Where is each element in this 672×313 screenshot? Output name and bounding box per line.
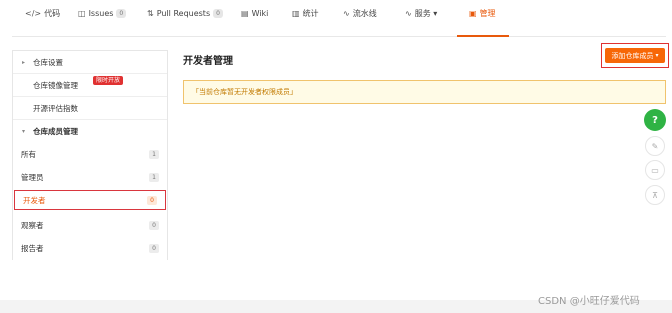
tab-code[interactable]: </> 代码 bbox=[25, 0, 60, 26]
sidebar-item-repo-settings[interactable]: ▸ 仓库设置 bbox=[13, 51, 167, 74]
pull-requests-count-badge: 0 bbox=[213, 8, 223, 18]
question-icon: ? bbox=[652, 114, 658, 126]
tab-label: 代码 bbox=[44, 8, 61, 18]
pull-request-icon: ⇅ bbox=[147, 8, 154, 18]
tab-manage[interactable]: ▣ 管理 bbox=[469, 0, 496, 26]
count-badge: 0 bbox=[149, 221, 159, 230]
page-title: 开发者管理 bbox=[183, 56, 233, 67]
sidebar-item-developers[interactable]: 开发者 0 bbox=[14, 190, 166, 210]
code-icon: </> bbox=[25, 8, 42, 18]
sidebar-item-oss-index[interactable]: 开源评估指数 bbox=[13, 97, 167, 120]
sidebar-item-admins[interactable]: 管理员 1 bbox=[13, 166, 167, 189]
tab-label: 统计 bbox=[302, 8, 319, 18]
sidebar-item-label: 仓库镜像管理 bbox=[33, 80, 78, 90]
tab-services[interactable]: ∿ 服务 ▾ bbox=[405, 0, 437, 26]
sidebar-item-observers[interactable]: 观察者 0 bbox=[13, 214, 167, 237]
pipeline-icon: ∿ bbox=[343, 8, 350, 18]
chevron-down-icon: ▾ bbox=[22, 128, 26, 135]
active-tab-underline bbox=[457, 35, 509, 37]
count-badge: 1 bbox=[149, 173, 159, 182]
edit-button[interactable]: ✎ bbox=[645, 136, 665, 156]
tab-pull-requests[interactable]: ⇅ Pull Requests 0 bbox=[147, 0, 223, 26]
issues-count-badge: 0 bbox=[116, 8, 127, 18]
count-badge: 1 bbox=[149, 150, 159, 159]
sidebar-item-label: 报告者 bbox=[21, 244, 44, 253]
sidebar-group-label: 仓库成员管理 bbox=[33, 127, 78, 136]
tab-wiki[interactable]: ▤ Wiki bbox=[241, 0, 268, 26]
arrow-up-icon: ⊼ bbox=[652, 190, 658, 200]
services-icon: ∿ bbox=[405, 8, 412, 18]
tab-label: 服务 ▾ bbox=[414, 8, 438, 18]
tab-issues[interactable]: ◫ Issues 0 bbox=[78, 0, 127, 26]
limited-time-badge: 限时开放 bbox=[93, 76, 124, 85]
stats-icon: ▥ bbox=[292, 8, 300, 18]
add-member-button[interactable]: 添加仓库成员 ▾ bbox=[605, 48, 665, 63]
watermark: CSDN @小旺仔爱代码 bbox=[538, 296, 640, 307]
tab-pipeline[interactable]: ∿ 流水线 bbox=[343, 0, 377, 26]
help-button[interactable]: ? bbox=[644, 109, 666, 131]
edit-icon: ✎ bbox=[651, 141, 659, 151]
empty-notice-text: 「当前仓库暂无开发者权限成员」 bbox=[192, 88, 297, 96]
sidebar-item-label: 开发者 bbox=[23, 195, 46, 205]
sidebar-item-label: 管理员 bbox=[21, 173, 44, 182]
tab-stats[interactable]: ▥ 统计 bbox=[292, 0, 319, 26]
chevron-down-icon: ▾ bbox=[655, 52, 659, 59]
add-member-label: 添加仓库成员 bbox=[611, 51, 654, 60]
chevron-right-icon: ▸ bbox=[22, 58, 26, 66]
sidebar-item-repo-mirror[interactable]: 仓库镜像管理 bbox=[13, 74, 167, 97]
tab-label: Issues bbox=[88, 8, 114, 18]
message-button[interactable]: ▭ bbox=[645, 160, 665, 180]
sidebar-item-reporters[interactable]: 报告者 0 bbox=[13, 237, 167, 260]
tab-label: 流水线 bbox=[352, 8, 377, 18]
empty-notice: 「当前仓库暂无开发者权限成员」 bbox=[183, 80, 666, 104]
tab-label: Pull Requests bbox=[156, 8, 211, 18]
message-icon: ▭ bbox=[651, 165, 659, 175]
wiki-icon: ▤ bbox=[241, 8, 249, 18]
issues-icon: ◫ bbox=[78, 8, 86, 18]
sidebar-item-label: 仓库设置 bbox=[33, 57, 63, 67]
tab-label: Wiki bbox=[251, 8, 269, 18]
back-to-top-button[interactable]: ⊼ bbox=[645, 185, 665, 205]
sidebar-item-label: 所有 bbox=[21, 150, 36, 159]
sidebar-item-label: 观察者 bbox=[21, 221, 44, 230]
sidebar-item-label: 开源评估指数 bbox=[33, 103, 78, 113]
count-badge: 0 bbox=[149, 244, 159, 253]
count-badge: 0 bbox=[147, 195, 157, 205]
tab-label: 管理 bbox=[479, 8, 496, 18]
sidebar-group-members[interactable]: ▾ 仓库成员管理 bbox=[13, 120, 167, 143]
manage-icon: ▣ bbox=[469, 8, 477, 18]
settings-sidebar: ▸ 仓库设置 仓库镜像管理 开源评估指数 ▾ 仓库成员管理 所有 1 管理员 1… bbox=[12, 50, 168, 260]
sidebar-item-all[interactable]: 所有 1 bbox=[13, 143, 167, 166]
